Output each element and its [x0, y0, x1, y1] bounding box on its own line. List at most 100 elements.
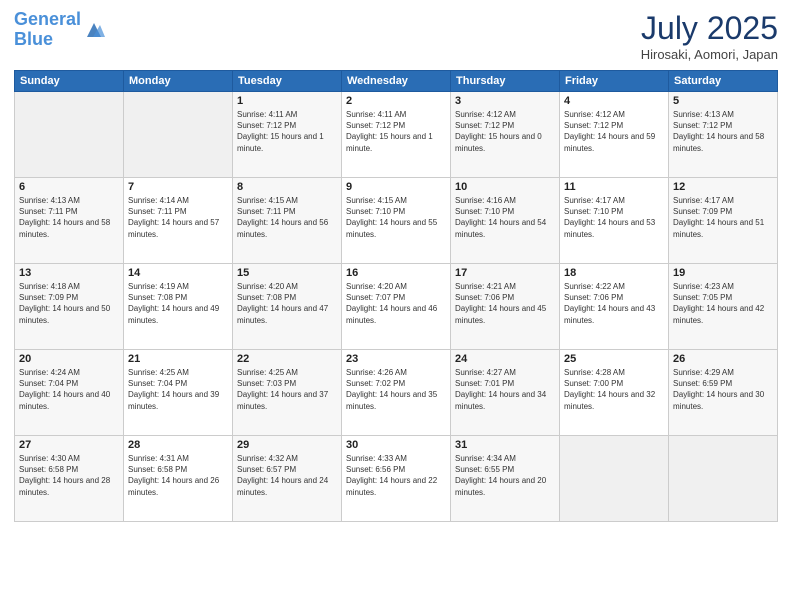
day-number: 28 — [128, 439, 228, 451]
calendar-cell: 20 Sunrise: 4:24 AM Sunset: 7:04 PM Dayli… — [15, 350, 124, 436]
day-number: 7 — [128, 181, 228, 193]
calendar-cell: 16 Sunrise: 4:20 AM Sunset: 7:07 PM Dayli… — [342, 264, 451, 350]
day-number: 15 — [237, 267, 337, 279]
header: General Blue July 2025 Hirosaki, Aomori,… — [14, 10, 778, 62]
day-info: Sunrise: 4:15 AM Sunset: 7:11 PM Dayligh… — [237, 195, 337, 240]
day-info: Sunrise: 4:17 AM Sunset: 7:10 PM Dayligh… — [564, 195, 664, 240]
calendar-cell — [669, 436, 778, 522]
day-number: 2 — [346, 95, 446, 107]
calendar-cell — [15, 92, 124, 178]
day-number: 8 — [237, 181, 337, 193]
day-header-friday: Friday — [560, 71, 669, 92]
day-info: Sunrise: 4:25 AM Sunset: 7:03 PM Dayligh… — [237, 367, 337, 412]
calendar-cell: 14 Sunrise: 4:19 AM Sunset: 7:08 PM Dayli… — [124, 264, 233, 350]
calendar-page: General Blue July 2025 Hirosaki, Aomori,… — [0, 0, 792, 612]
day-number: 17 — [455, 267, 555, 279]
day-number: 14 — [128, 267, 228, 279]
calendar-cell: 24 Sunrise: 4:27 AM Sunset: 7:01 PM Dayli… — [451, 350, 560, 436]
day-number: 6 — [19, 181, 119, 193]
day-info: Sunrise: 4:24 AM Sunset: 7:04 PM Dayligh… — [19, 367, 119, 412]
day-number: 12 — [673, 181, 773, 193]
calendar-cell: 29 Sunrise: 4:32 AM Sunset: 6:57 PM Dayli… — [233, 436, 342, 522]
week-row-2: 6 Sunrise: 4:13 AM Sunset: 7:11 PM Daylig… — [15, 178, 778, 264]
calendar-cell: 3 Sunrise: 4:12 AM Sunset: 7:12 PM Daylig… — [451, 92, 560, 178]
week-row-1: 1 Sunrise: 4:11 AM Sunset: 7:12 PM Daylig… — [15, 92, 778, 178]
calendar-cell: 25 Sunrise: 4:28 AM Sunset: 7:00 PM Dayli… — [560, 350, 669, 436]
day-number: 18 — [564, 267, 664, 279]
day-info: Sunrise: 4:11 AM Sunset: 7:12 PM Dayligh… — [346, 109, 446, 154]
logo-general: General — [14, 9, 81, 29]
calendar-cell: 6 Sunrise: 4:13 AM Sunset: 7:11 PM Daylig… — [15, 178, 124, 264]
day-info: Sunrise: 4:13 AM Sunset: 7:12 PM Dayligh… — [673, 109, 773, 154]
day-info: Sunrise: 4:31 AM Sunset: 6:58 PM Dayligh… — [128, 453, 228, 498]
calendar-cell: 8 Sunrise: 4:15 AM Sunset: 7:11 PM Daylig… — [233, 178, 342, 264]
calendar-cell: 2 Sunrise: 4:11 AM Sunset: 7:12 PM Daylig… — [342, 92, 451, 178]
day-info: Sunrise: 4:32 AM Sunset: 6:57 PM Dayligh… — [237, 453, 337, 498]
day-number: 27 — [19, 439, 119, 451]
day-info: Sunrise: 4:14 AM Sunset: 7:11 PM Dayligh… — [128, 195, 228, 240]
day-info: Sunrise: 4:18 AM Sunset: 7:09 PM Dayligh… — [19, 281, 119, 326]
day-header-saturday: Saturday — [669, 71, 778, 92]
day-number: 9 — [346, 181, 446, 193]
day-number: 13 — [19, 267, 119, 279]
calendar-cell: 5 Sunrise: 4:13 AM Sunset: 7:12 PM Daylig… — [669, 92, 778, 178]
calendar-cell: 19Sunrise: 4:23 AM Sunset: 7:05 PM Dayli… — [669, 264, 778, 350]
day-info: Sunrise: 4:29 AM Sunset: 6:59 PM Dayligh… — [673, 367, 773, 412]
day-info: Sunrise: 4:13 AM Sunset: 7:11 PM Dayligh… — [19, 195, 119, 240]
calendar-cell: 13 Sunrise: 4:18 AM Sunset: 7:09 PM Dayli… — [15, 264, 124, 350]
day-number: 31 — [455, 439, 555, 451]
calendar-cell: 15 Sunrise: 4:20 AM Sunset: 7:08 PM Dayli… — [233, 264, 342, 350]
day-number: 5 — [673, 95, 773, 107]
calendar-cell: 23Sunrise: 4:26 AM Sunset: 7:02 PM Dayli… — [342, 350, 451, 436]
day-info: Sunrise: 4:20 AM Sunset: 7:08 PM Dayligh… — [237, 281, 337, 326]
day-info: Sunrise: 4:12 AM Sunset: 7:12 PM Dayligh… — [564, 109, 664, 154]
day-number: 16 — [346, 267, 446, 279]
day-info: Sunrise: 4:27 AM Sunset: 7:01 PM Dayligh… — [455, 367, 555, 412]
day-info: Sunrise: 4:28 AM Sunset: 7:00 PM Dayligh… — [564, 367, 664, 412]
day-info: Sunrise: 4:22 AM Sunset: 7:06 PM Dayligh… — [564, 281, 664, 326]
day-number: 29 — [237, 439, 337, 451]
day-info: Sunrise: 4:11 AM Sunset: 7:12 PM Dayligh… — [237, 109, 337, 154]
day-number: 23 — [346, 353, 446, 365]
day-info: Sunrise: 4:21 AM Sunset: 7:06 PM Dayligh… — [455, 281, 555, 326]
calendar-cell: 27 Sunrise: 4:30 AM Sunset: 6:58 PM Dayli… — [15, 436, 124, 522]
logo-icon — [83, 19, 105, 41]
calendar-cell: 30 Sunrise: 4:33 AM Sunset: 6:56 PM Dayli… — [342, 436, 451, 522]
calendar-cell: 22Sunrise: 4:25 AM Sunset: 7:03 PM Dayli… — [233, 350, 342, 436]
logo: General Blue — [14, 10, 105, 50]
day-header-thursday: Thursday — [451, 71, 560, 92]
day-info: Sunrise: 4:33 AM Sunset: 6:56 PM Dayligh… — [346, 453, 446, 498]
day-number: 10 — [455, 181, 555, 193]
calendar-cell: 9 Sunrise: 4:15 AM Sunset: 7:10 PM Daylig… — [342, 178, 451, 264]
day-info: Sunrise: 4:23 AM Sunset: 7:05 PM Dayligh… — [673, 281, 773, 326]
week-row-5: 27 Sunrise: 4:30 AM Sunset: 6:58 PM Dayli… — [15, 436, 778, 522]
week-row-3: 13 Sunrise: 4:18 AM Sunset: 7:09 PM Dayli… — [15, 264, 778, 350]
title-block: July 2025 Hirosaki, Aomori, Japan — [641, 10, 778, 62]
day-number: 20 — [19, 353, 119, 365]
day-header-tuesday: Tuesday — [233, 71, 342, 92]
calendar-cell: 10 Sunrise: 4:16 AM Sunset: 7:10 PM Dayli… — [451, 178, 560, 264]
calendar-cell — [560, 436, 669, 522]
day-number: 26 — [673, 353, 773, 365]
day-number: 30 — [346, 439, 446, 451]
logo-blue: Blue — [14, 29, 53, 49]
day-info: Sunrise: 4:15 AM Sunset: 7:10 PM Dayligh… — [346, 195, 446, 240]
day-number: 25 — [564, 353, 664, 365]
day-number: 1 — [237, 95, 337, 107]
day-info: Sunrise: 4:16 AM Sunset: 7:10 PM Dayligh… — [455, 195, 555, 240]
day-number: 3 — [455, 95, 555, 107]
day-info: Sunrise: 4:30 AM Sunset: 6:58 PM Dayligh… — [19, 453, 119, 498]
month-title: July 2025 — [641, 10, 778, 47]
calendar-cell: 21Sunrise: 4:25 AM Sunset: 7:04 PM Dayli… — [124, 350, 233, 436]
day-info: Sunrise: 4:17 AM Sunset: 7:09 PM Dayligh… — [673, 195, 773, 240]
logo-text: General Blue — [14, 10, 81, 50]
calendar-cell: 4Sunrise: 4:12 AM Sunset: 7:12 PM Daylig… — [560, 92, 669, 178]
day-info: Sunrise: 4:12 AM Sunset: 7:12 PM Dayligh… — [455, 109, 555, 154]
day-header-sunday: Sunday — [15, 71, 124, 92]
day-info: Sunrise: 4:19 AM Sunset: 7:08 PM Dayligh… — [128, 281, 228, 326]
day-number: 11 — [564, 181, 664, 193]
day-info: Sunrise: 4:20 AM Sunset: 7:07 PM Dayligh… — [346, 281, 446, 326]
day-number: 24 — [455, 353, 555, 365]
calendar-cell: 31 Sunrise: 4:34 AM Sunset: 6:55 PM Dayli… — [451, 436, 560, 522]
day-info: Sunrise: 4:34 AM Sunset: 6:55 PM Dayligh… — [455, 453, 555, 498]
